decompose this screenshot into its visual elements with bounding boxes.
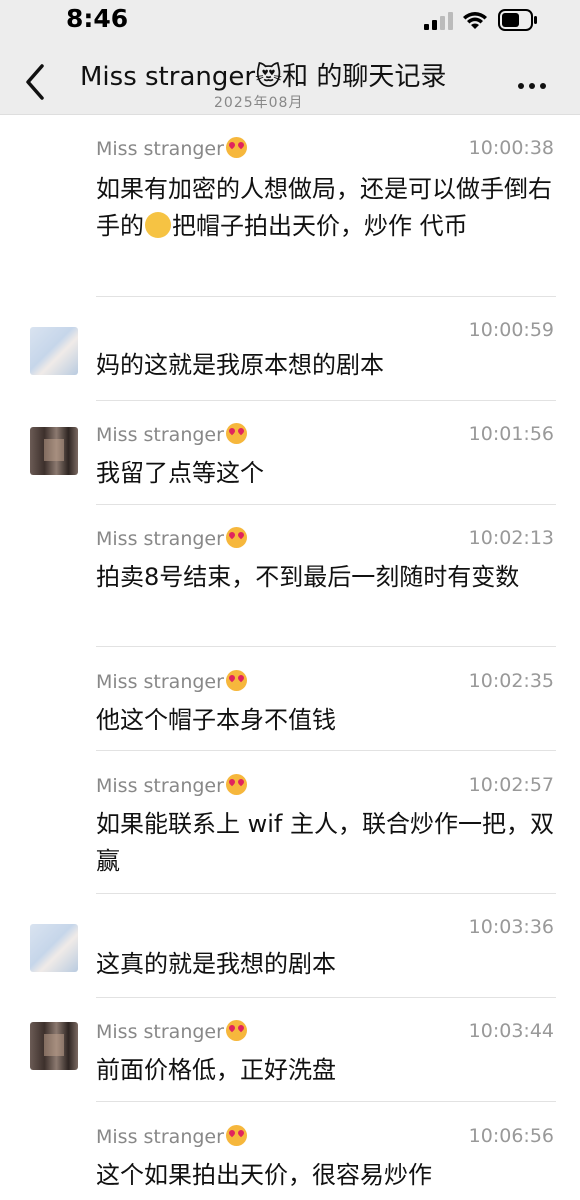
chat-date: 2025年08月 [214,95,304,111]
heart-eyes-cat-emoji-icon [225,527,247,548]
sender-name: Miss stranger [96,527,247,550]
sender-name: Miss stranger [96,423,247,446]
heart-eyes-cat-emoji-icon [225,1020,247,1041]
status-bar: 8:46 [0,0,580,44]
status-time: 8:46 [66,4,129,33]
list-item: Miss stranger 10:06:56 这个如果拍出天价，很容易炒作 [0,1121,580,1200]
avatar[interactable] [30,924,78,972]
list-item: 10:03:36 这真的就是我想的剧本 [0,912,580,1002]
sender-name: Miss stranger [96,1125,247,1148]
heart-eyes-cat-emoji-icon [225,137,247,158]
avatar[interactable] [30,1022,78,1070]
sender-name: Miss stranger [96,774,247,797]
message-time: 10:00:38 [468,137,554,159]
message-time: 10:03:36 [468,916,554,938]
divider [96,646,556,647]
sender-name: Miss stranger [96,137,247,160]
list-item: Miss stranger 10:02:35 他这个帽子本身不值钱 [0,666,580,751]
list-item: Miss stranger 10:03:44 前面价格低，正好洗盘 [0,1016,580,1106]
divider [96,893,556,894]
message-text: 我留了点等这个 [96,459,264,487]
message-text: 这个如果拍出天价，很容易炒作 [96,1161,432,1189]
list-item: 10:00:59 妈的这就是我原本想的剧本 [0,315,580,405]
heart-eyes-cat-emoji-icon [225,423,247,444]
battery-icon [498,9,537,31]
list-item: Miss stranger 10:02:57 如果能联系上 wif 主人，联合炒… [0,770,580,890]
heart-eyes-cat-emoji-icon [225,1125,247,1146]
message-text: 如果有加密的人想做局，还是可以做手倒右手的 把帽子拍出天价，炒作 代币 [96,175,552,240]
message-time: 10:01:56 [468,423,554,445]
sender-name: Miss stranger [96,1020,247,1043]
message-time: 10:00:59 [468,319,554,341]
message-time: 10:02:13 [468,527,554,549]
message-time: 10:02:57 [468,774,554,796]
message-text: 如果能联系上 wif 主人，联合炒作一把，双赢 [96,810,555,875]
divider [96,400,556,401]
message-time: 10:02:35 [468,670,554,692]
divider [96,750,556,751]
message-text: 妈的这就是我原本想的剧本 [96,351,384,379]
wifi-icon [463,12,487,29]
message-text: 他这个帽子本身不值钱 [96,706,336,734]
list-item: Miss stranger 10:00:38 如果有加密的人想做局，还是可以做手… [0,133,580,293]
back-icon[interactable] [18,62,54,102]
more-options-icon[interactable] [518,74,558,94]
avatar[interactable] [30,327,78,375]
message-text: 这真的就是我想的剧本 [96,950,336,978]
message-time: 10:03:44 [468,1020,554,1042]
message-text: 前面价格低，正好洗盘 [96,1056,336,1084]
divider [96,997,556,998]
heart-eyes-cat-emoji-icon [225,774,247,795]
message-text: 拍卖8号结束，不到最后一刻随时有变数 [96,563,520,591]
signal-icon [424,12,453,30]
message-time: 10:06:56 [468,1125,554,1147]
sender-name: Miss stranger [96,670,247,693]
list-item: Miss stranger 10:02:13 拍卖8号结束，不到最后一刻随时有变… [0,523,580,643]
divider [96,504,556,505]
list-item: Miss stranger 10:01:56 我留了点等这个 [0,419,580,509]
heart-eyes-cat-emoji-icon [225,670,247,691]
divider [96,296,556,297]
divider [96,1101,556,1102]
avatar[interactable] [30,427,78,475]
chat-title: Miss stranger😻和 的聊天记录 [80,62,447,92]
chat-header: Miss stranger😻和 的聊天记录 2025年08月 [0,44,580,115]
chat-history-list[interactable]: Miss stranger 10:00:38 如果有加密的人想做局，还是可以做手… [0,115,580,1200]
laughing-tears-emoji-icon [145,212,171,238]
